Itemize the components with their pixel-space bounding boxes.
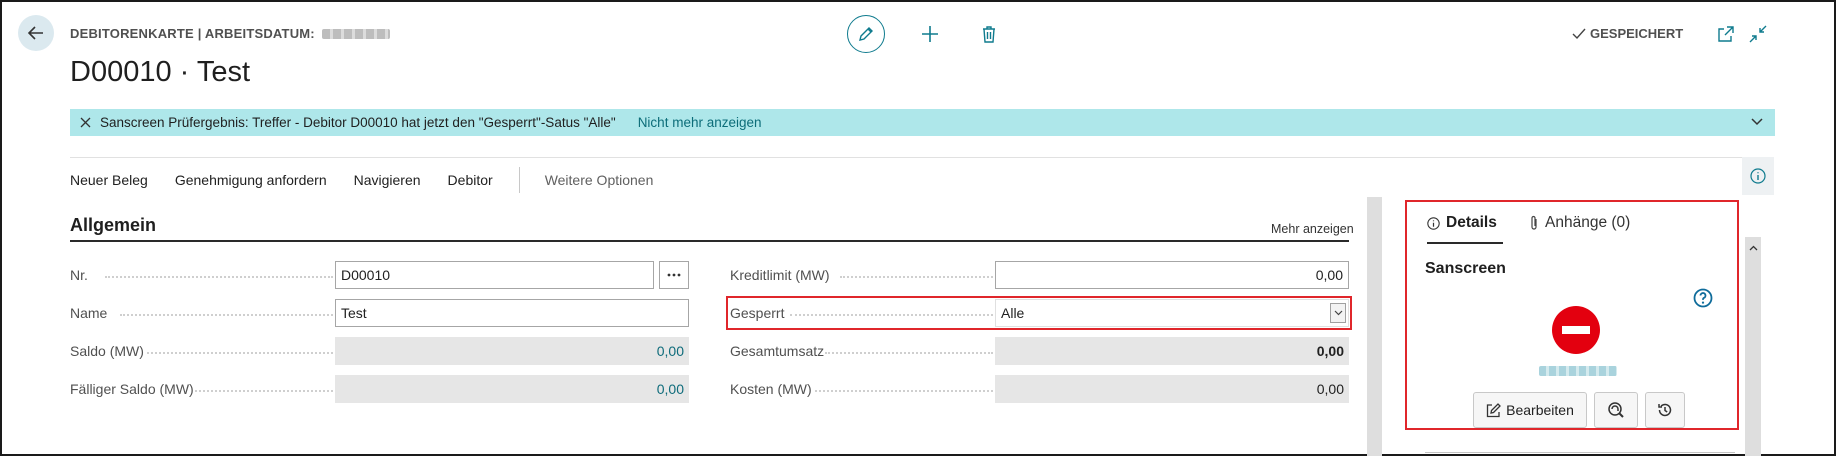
page-caption: DEBITORENKARTE | ARBEITSDATUM: (70, 26, 390, 41)
chevron-up-icon (1749, 245, 1757, 251)
field-leader-dots (105, 276, 333, 278)
action-request-approval[interactable]: Genehmigung anfordern (175, 172, 327, 188)
field-leader-dots (195, 390, 333, 392)
info-icon (1427, 216, 1440, 230)
stop-icon (1552, 306, 1600, 354)
action-new-document[interactable]: Neuer Beleg (70, 172, 148, 188)
section-title[interactable]: Allgemein (70, 215, 156, 236)
show-more-link[interactable]: Mehr anzeigen (1271, 222, 1354, 236)
edit-sanscreen-button[interactable]: Bearbeiten (1473, 392, 1587, 428)
field-leader-dots (815, 390, 993, 392)
close-icon (80, 117, 90, 128)
action-navigate[interactable]: Navigieren (354, 172, 421, 188)
total-sales-field[interactable]: 0,00 (995, 337, 1349, 365)
balance-field[interactable]: 0,00 (335, 337, 689, 365)
page-caption-text: DEBITORENKARTE | ARBEITSDATUM: (70, 26, 315, 41)
balance-due-field[interactable]: 0,00 (335, 375, 689, 403)
back-button[interactable] (18, 15, 54, 51)
chevron-down-icon (1751, 118, 1763, 126)
back-arrow-icon (27, 26, 43, 40)
notification-expand-button[interactable] (1751, 115, 1763, 130)
history-icon (1658, 403, 1672, 417)
saved-status: GESPEICHERT (1572, 26, 1683, 41)
field-leader-dots (120, 314, 333, 316)
field-label-costs: Kosten (MW) (730, 381, 812, 397)
edit-sanscreen-label: Bearbeiten (1506, 402, 1574, 418)
field-leader-dots (147, 352, 333, 354)
factbox-toggle-button[interactable] (1742, 157, 1774, 195)
factbox-title: Sanscreen (1425, 260, 1506, 277)
page-title: D00010 · Test (70, 56, 251, 88)
edit-icon (1486, 402, 1502, 417)
history-button[interactable] (1645, 392, 1685, 428)
trash-icon (983, 26, 995, 43)
notification-bar: Sanscreen Prüfergebnis: Treffer - Debito… (70, 109, 1775, 136)
redacted-status-text (1539, 366, 1617, 376)
screen-button[interactable] (1594, 392, 1638, 428)
checkmark-icon (1572, 28, 1586, 39)
factbox-bottom-divider (1425, 452, 1735, 453)
field-label-balance-due: Fälliger Saldo (MW) (70, 381, 194, 397)
credit-limit-field[interactable]: 0,00 (995, 261, 1349, 289)
collapse-button[interactable] (1748, 24, 1768, 44)
dismiss-notification-link[interactable]: Nicht mehr anzeigen (638, 115, 762, 130)
collapse-icon (1749, 25, 1767, 43)
name-field[interactable]: Test (335, 299, 689, 327)
action-separator (518, 166, 520, 193)
notification-close-button[interactable] (70, 117, 100, 128)
tab-attachments[interactable]: Anhänge (0) (1529, 214, 1630, 232)
no-field[interactable]: D00010 (335, 261, 654, 289)
popout-button[interactable] (1716, 24, 1736, 44)
field-label-total-sales: Gesamtumsatz (730, 343, 825, 359)
fingerprint-icon (1608, 402, 1624, 418)
tab-details-label: Details (1446, 214, 1497, 231)
paperclip-icon (1531, 215, 1537, 230)
more-dots-icon (667, 273, 681, 277)
new-button[interactable] (917, 21, 943, 47)
field-leader-dots (840, 276, 993, 278)
edit-button[interactable] (847, 15, 885, 53)
plus-icon (922, 26, 938, 42)
field-label-no: Nr. (70, 267, 88, 283)
info-icon (1750, 168, 1766, 184)
delete-button[interactable] (976, 21, 1002, 47)
blocked-highlight-frame (726, 296, 1352, 330)
no-assist-button[interactable] (659, 261, 689, 289)
popout-icon (1718, 26, 1734, 42)
notification-message: Sanscreen Prüfergebnis: Treffer - Debito… (100, 115, 616, 130)
factbox-scrollbar[interactable] (1745, 237, 1761, 456)
field-leader-dots (825, 352, 993, 354)
section-divider (70, 240, 1349, 242)
saved-status-label: GESPEICHERT (1590, 26, 1684, 41)
field-label-credit-limit: Kreditlimit (MW) (730, 267, 830, 283)
field-label-balance: Saldo (MW) (70, 343, 144, 359)
action-more-options[interactable]: Weitere Optionen (545, 172, 654, 188)
redacted-work-date (321, 28, 390, 39)
action-customer[interactable]: Debitor (448, 172, 493, 188)
main-scrollbar[interactable] (1367, 197, 1382, 456)
factbox-panel: Details Anhänge (0) Sanscreen Bearbeiten (1405, 200, 1739, 430)
field-label-name: Name (70, 305, 108, 321)
tab-details[interactable]: Details (1427, 214, 1497, 232)
scroll-up-button[interactable] (1745, 240, 1761, 256)
help-icon[interactable] (1693, 288, 1713, 308)
costs-field[interactable]: 0,00 (995, 375, 1349, 403)
pencil-icon (859, 27, 873, 41)
tab-attachments-label: Anhänge (0) (1545, 214, 1631, 231)
action-bar: Neuer Beleg Genehmigung anfordern Navigi… (70, 157, 1742, 201)
active-tab-indicator (1427, 242, 1503, 244)
